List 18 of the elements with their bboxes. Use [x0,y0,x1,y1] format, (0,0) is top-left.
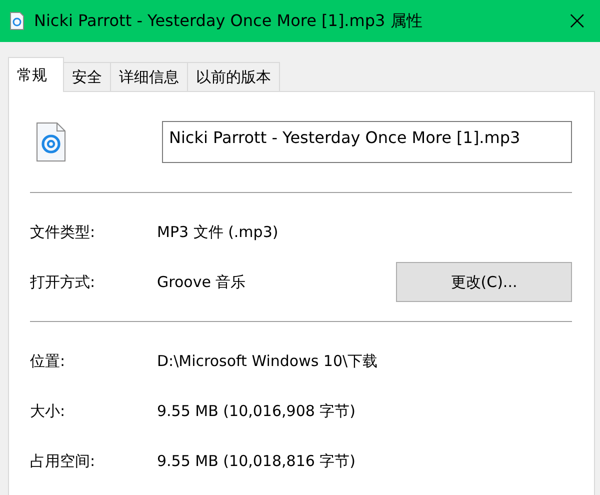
property-value: 9.55 MB (10,016,908 字节) [157,402,357,420]
window-title: Nicki Parrott - Yesterday Once More [1].mp3 属性 [34,10,424,32]
close-button[interactable]: × [566,8,588,34]
tab[interactable]: 以前的版本 [187,62,280,92]
audio-file-icon [36,122,66,162]
property-label: 占用空间: [30,452,96,470]
audio-file-icon [10,12,24,30]
property-label: 文件类型: [30,222,96,242]
file-name-field[interactable]: Nicki Parrott - Yesterday Once More [1].mp3 [162,121,572,163]
property-label: 打开方式: [30,272,96,292]
property-value: D:\Microsoft Windows 10\下载 [157,352,379,370]
tab[interactable]: 常规 [8,57,64,92]
property-label: 大小: [30,402,66,420]
change-button[interactable]: 更改(C)... [396,262,572,302]
property-label: 位置: [30,352,66,370]
property-value: 9.55 MB (10,018,816 字节) [157,452,357,470]
property-value: Groove 音乐 [157,272,247,292]
property-value: MP3 文件 (.mp3) [157,222,280,242]
